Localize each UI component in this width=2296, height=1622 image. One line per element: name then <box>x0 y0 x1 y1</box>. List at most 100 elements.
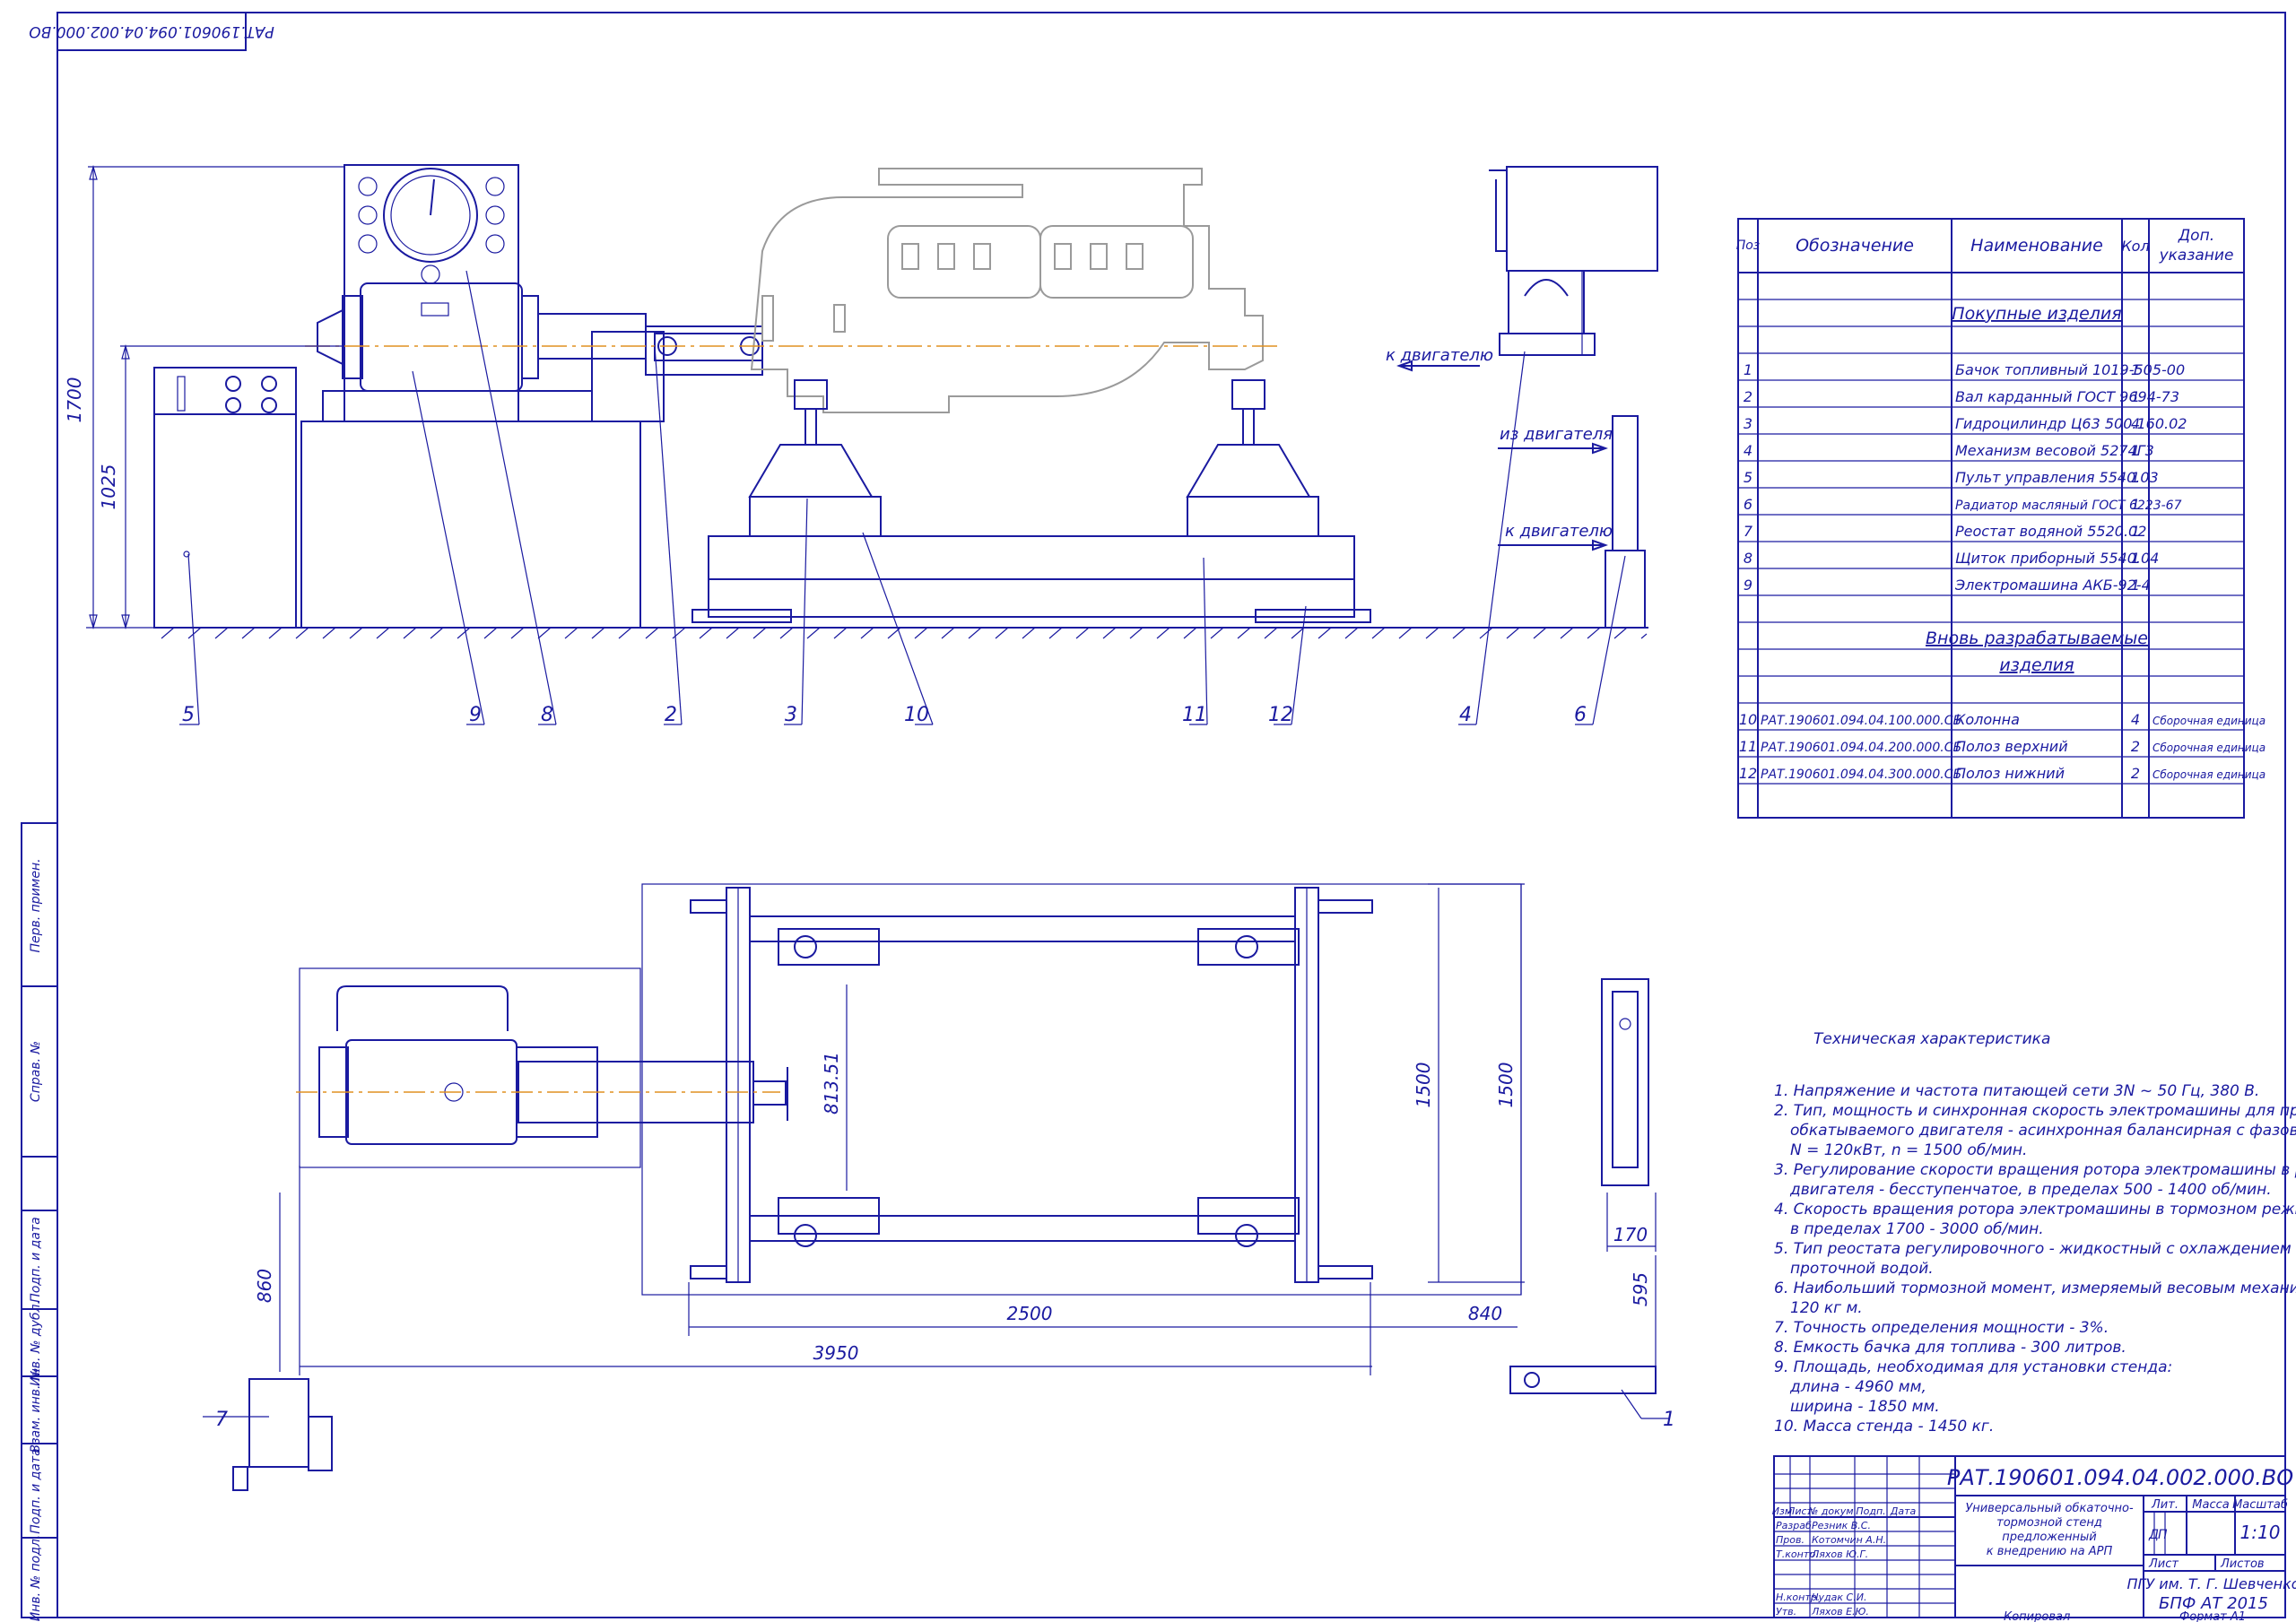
engine <box>750 168 1264 413</box>
spec-pos: 9 <box>1744 577 1752 594</box>
spec-section-title: Покупные изделия <box>1952 304 2121 324</box>
spec-name: Механизм весовой 5274Г3 <box>1955 442 2154 459</box>
spec-header: Обозначение <box>1796 236 1914 256</box>
title-block: Изм Лист № докум. Подп. Дата Разраб. Рез… <box>1772 1455 2296 1618</box>
spec-note: Сборочная единица <box>2152 742 2266 754</box>
tb-person: Ляхов Е.Ю. <box>1811 1606 1869 1618</box>
callout-number: 1 <box>1663 1409 1675 1431</box>
spec-qty: 1 <box>2131 496 2140 513</box>
spec-pos: 12 <box>1739 765 1757 782</box>
spec-pos: 7 <box>1744 523 1753 540</box>
tb-col-header: № докум. <box>1807 1505 1857 1517</box>
spec-designation: РАТ.190601.094.04.100.000.СБ <box>1761 714 1961 728</box>
tb-col-header: Дата <box>1890 1505 1917 1517</box>
tech-title: Техническая характеристика <box>1813 1030 2050 1048</box>
tech-line: 120 кг м. <box>1790 1299 1863 1317</box>
spec-name: Щиток приборный 5540.04 <box>1955 550 2159 567</box>
tb-role: Разраб. <box>1776 1520 1814 1531</box>
dimension-label: 1500 <box>1495 1063 1517 1108</box>
callout-number: 11 <box>1182 704 1207 726</box>
corner-code-text: РАТ.190601.094.04.002.000.ВО <box>29 22 274 40</box>
spec-name: Бачок топливный 1019-505-00 <box>1955 361 2185 378</box>
tb-role: Утв. <box>1776 1606 1796 1618</box>
tb-scale-value: 1:10 <box>2240 1522 2281 1543</box>
spec-qty: 1 <box>2131 577 2140 594</box>
tb-label: Листов <box>2220 1557 2265 1571</box>
column-left <box>748 379 882 537</box>
electric-machine <box>360 282 523 392</box>
tech-line: N = 120кВт, n = 1500 об/мин. <box>1790 1141 2027 1159</box>
elevation-view: к двигателю из двигателя к двигателю 170… <box>64 164 1658 726</box>
dimension-label: 813.51 <box>821 1052 842 1115</box>
arrow-label: к двигателю <box>1505 522 1613 541</box>
arrow-label: из двигателя <box>1500 425 1613 444</box>
tb-label: Масштаб <box>2232 1498 2288 1512</box>
tech-line: 6. Наибольший тормозной момент, измеряем… <box>1774 1279 2296 1297</box>
dimension-label: 2500 <box>1007 1303 1053 1324</box>
arrow-label: к двигателю <box>1386 346 1493 365</box>
callout-number: 12 <box>1268 704 1293 726</box>
stamp-label: Перв. примен. <box>29 858 43 952</box>
callout-number: 5 <box>182 704 195 726</box>
plan-electric-machine-housing <box>336 985 509 1031</box>
spec-qty: 1 <box>2131 442 2140 459</box>
tb-label: Лит. <box>2151 1498 2179 1512</box>
dimension-label: 860 <box>254 1269 275 1303</box>
callout-number: 10 <box>904 704 929 726</box>
tech-line: в пределах 1700 - 3000 об/мин. <box>1790 1220 2044 1238</box>
spec-name: Пульт управления 5540.03 <box>1955 469 2159 486</box>
plan-view: 813.51 1500 1500 170 860 2500 840 595 39… <box>203 883 1675 1491</box>
tb-drawing-code: РАТ.190601.094.04.002.000.ВО <box>1947 1465 2293 1490</box>
dimension-label: 3950 <box>813 1342 859 1364</box>
spec-qty: 1 <box>2131 469 2140 486</box>
plan-fuel-tank <box>1509 1366 1657 1394</box>
tb-person: Ляхов Ю.Г. <box>1811 1548 1868 1560</box>
tech-line: 8. Емкость бачка для топлива - 300 литро… <box>1774 1339 2126 1357</box>
side-stamp: Перв. примен. Справ. № Подп. и дата Инв.… <box>21 822 58 1622</box>
spec-name: Полоз верхний <box>1955 738 2068 755</box>
callout-number: 4 <box>1459 704 1472 726</box>
spec-section-title: изделия <box>1999 655 2074 675</box>
spec-qty: 1 <box>2131 550 2140 567</box>
spec-qty: 4 <box>2131 415 2140 432</box>
tb-description: к внедрению на АРП <box>1987 1545 2113 1558</box>
spec-name: Гидроцилиндр Ц63 500.160.02 <box>1955 415 2187 432</box>
spec-pos: 11 <box>1739 738 1757 755</box>
spec-pos: 2 <box>1744 388 1752 405</box>
spec-section-title: Вновь разрабатываемые <box>1926 629 2148 648</box>
spec-designation: РАТ.190601.094.04.200.000.СБ <box>1761 741 1961 755</box>
stamp-label: Инв. № подл. <box>29 1535 43 1622</box>
spec-designation: РАТ.190601.094.04.300.000.СБ <box>1761 768 1961 782</box>
assembly-drawing-sheet: РАТ.190601.094.04.002.000.ВО Перв. приме… <box>21 12 2296 1622</box>
tb-description: предложенный <box>2002 1531 2096 1544</box>
callout-number: 9 <box>469 704 482 726</box>
specification-table: Поз Обозначение Наименование Кол Доп. ук… <box>1736 218 2266 819</box>
oil-radiator <box>1612 415 1639 551</box>
tech-line: 3. Регулирование скорости вращения ротор… <box>1774 1161 2296 1179</box>
tech-line: 10. Масса стенда - 1450 кг. <box>1774 1418 1994 1436</box>
spec-note: Сборочная единица <box>2152 715 2266 727</box>
control-console <box>153 367 297 629</box>
column-right <box>1186 379 1319 537</box>
callout-number: 7 <box>215 1409 228 1431</box>
tech-line: обкатываемого двигателя - асинхронная ба… <box>1790 1122 2296 1140</box>
spec-header: Кол <box>2121 238 2149 255</box>
spec-pos: 4 <box>1744 442 1752 459</box>
spec-header: Поз <box>1736 239 1761 253</box>
dimension-label: 1500 <box>1413 1063 1434 1108</box>
tech-line: 5. Тип реостата регулировочного - жидкос… <box>1774 1240 2296 1258</box>
spec-qty: 2 <box>2131 738 2140 755</box>
spec-qty: 1 <box>2131 523 2140 540</box>
tech-line: ширина - 1850 мм. <box>1790 1398 1940 1416</box>
tech-line: 7. Точность определения мощности - 3%. <box>1774 1319 2109 1337</box>
copied-label: Копировал <box>2004 1610 2070 1622</box>
spec-pos: 10 <box>1739 711 1757 728</box>
tb-role: Пров. <box>1776 1534 1805 1546</box>
spec-qty: 1 <box>2131 388 2140 405</box>
spec-name: Электромашина АКБ-92-4 <box>1954 577 2151 594</box>
tech-line: 2. Тип, мощность и синхронная скорость э… <box>1774 1102 2296 1120</box>
tb-label: Масса <box>2192 1498 2229 1512</box>
spec-name: Радиатор масляный ГОСТ 6223-67 <box>1955 499 2182 513</box>
format-label: Формат A1 <box>2179 1610 2246 1622</box>
spec-name: Вал карданный ГОСТ 9694-73 <box>1955 388 2179 405</box>
